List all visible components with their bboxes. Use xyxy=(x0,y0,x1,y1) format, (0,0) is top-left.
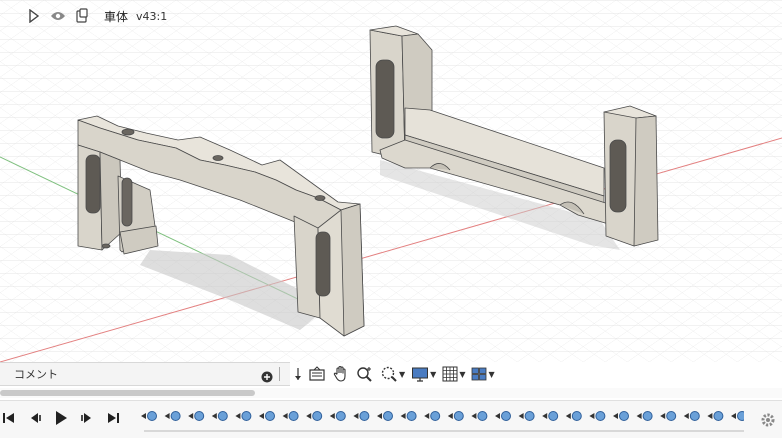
timeline-feature[interactable] xyxy=(731,411,744,421)
timeline-feature[interactable] xyxy=(377,411,393,421)
viewports-icon xyxy=(471,367,487,381)
3d-viewport[interactable]: 車体 v43:1 xyxy=(0,0,782,362)
timeline-panel xyxy=(0,400,782,438)
chevron-down-icon[interactable]: ▼ xyxy=(488,370,494,379)
step-back-icon xyxy=(31,413,41,423)
orbit-icon xyxy=(294,366,302,382)
timeline-feature[interactable] xyxy=(353,411,370,421)
eye-icon[interactable] xyxy=(50,8,66,24)
pan-icon xyxy=(332,365,350,383)
navigation-toolbar: ▼ ▼ ▼ ▼ xyxy=(292,362,497,386)
go-to-start-button[interactable] xyxy=(0,409,18,427)
timeline-feature[interactable] xyxy=(188,411,205,421)
chevron-down-icon[interactable]: ▼ xyxy=(459,370,465,379)
play-triangle-icon[interactable] xyxy=(26,8,42,24)
go-to-end-button[interactable] xyxy=(104,409,122,427)
timeline-feature[interactable] xyxy=(683,411,700,421)
go-to-end-icon xyxy=(108,413,119,423)
comments-panel[interactable]: コメント xyxy=(0,362,290,386)
display-settings-button[interactable]: ▼ xyxy=(409,363,438,385)
timeline-feature[interactable] xyxy=(141,411,157,421)
timeline-feature[interactable] xyxy=(660,411,677,421)
timeline-feature[interactable] xyxy=(447,411,464,421)
chevron-down-icon[interactable]: ▼ xyxy=(399,370,405,379)
gear-icon xyxy=(761,413,775,427)
timeline-feature[interactable] xyxy=(613,411,629,421)
timeline-feature[interactable] xyxy=(400,411,417,421)
timeline-feature[interactable] xyxy=(329,411,346,421)
step-forward-icon xyxy=(81,413,91,423)
component-icon[interactable] xyxy=(74,8,90,24)
display-settings-icon xyxy=(411,366,429,382)
go-to-start-icon xyxy=(3,413,14,423)
timeline-feature[interactable] xyxy=(565,411,582,421)
grid-settings-icon xyxy=(442,366,458,382)
timeline-feature[interactable] xyxy=(471,411,488,421)
step-back-button[interactable] xyxy=(26,409,44,427)
look-at-icon xyxy=(308,366,326,382)
play-icon xyxy=(56,411,67,425)
step-forward-button[interactable] xyxy=(78,409,96,427)
timeline-feature[interactable] xyxy=(707,411,724,421)
playback-controls xyxy=(0,409,122,427)
document-name: 車体 xyxy=(104,9,129,24)
zoom-button[interactable] xyxy=(354,363,376,385)
timeline-scroll-thumb[interactable] xyxy=(0,390,255,396)
timeline-feature[interactable] xyxy=(495,411,511,421)
add-comment-icon[interactable] xyxy=(261,368,273,383)
timeline-feature[interactable] xyxy=(259,411,275,421)
panel-grip-icon[interactable] xyxy=(279,367,286,381)
pan-button[interactable] xyxy=(330,363,352,385)
document-version: v43:1 xyxy=(136,9,168,23)
timeline-feature[interactable] xyxy=(589,411,606,421)
look-at-button[interactable] xyxy=(306,363,328,385)
fit-icon xyxy=(380,365,398,383)
timeline-settings-button[interactable] xyxy=(760,412,776,428)
timeline-features xyxy=(141,411,744,432)
zoom-icon xyxy=(356,365,374,383)
chevron-down-icon[interactable]: ▼ xyxy=(430,370,436,379)
document-tab[interactable]: 車体 v43:1 xyxy=(26,5,167,27)
orbit-button[interactable] xyxy=(292,363,304,385)
fit-button[interactable]: ▼ xyxy=(378,363,407,385)
comments-label: コメント xyxy=(14,368,58,381)
timeline-feature[interactable] xyxy=(164,411,181,421)
viewport-canvas[interactable] xyxy=(0,0,782,362)
grid-settings-button[interactable]: ▼ xyxy=(440,363,467,385)
timeline-feature[interactable] xyxy=(211,411,228,421)
timeline-feature[interactable] xyxy=(636,411,653,421)
viewports-button[interactable]: ▼ xyxy=(469,363,496,385)
timeline-feature[interactable] xyxy=(235,411,252,421)
timeline-feature[interactable] xyxy=(518,411,535,421)
timeline-feature[interactable] xyxy=(424,411,441,421)
timeline-feature[interactable] xyxy=(282,411,299,421)
timeline-feature[interactable] xyxy=(306,411,323,421)
timeline-feature[interactable] xyxy=(542,411,559,421)
play-button[interactable] xyxy=(52,409,70,427)
